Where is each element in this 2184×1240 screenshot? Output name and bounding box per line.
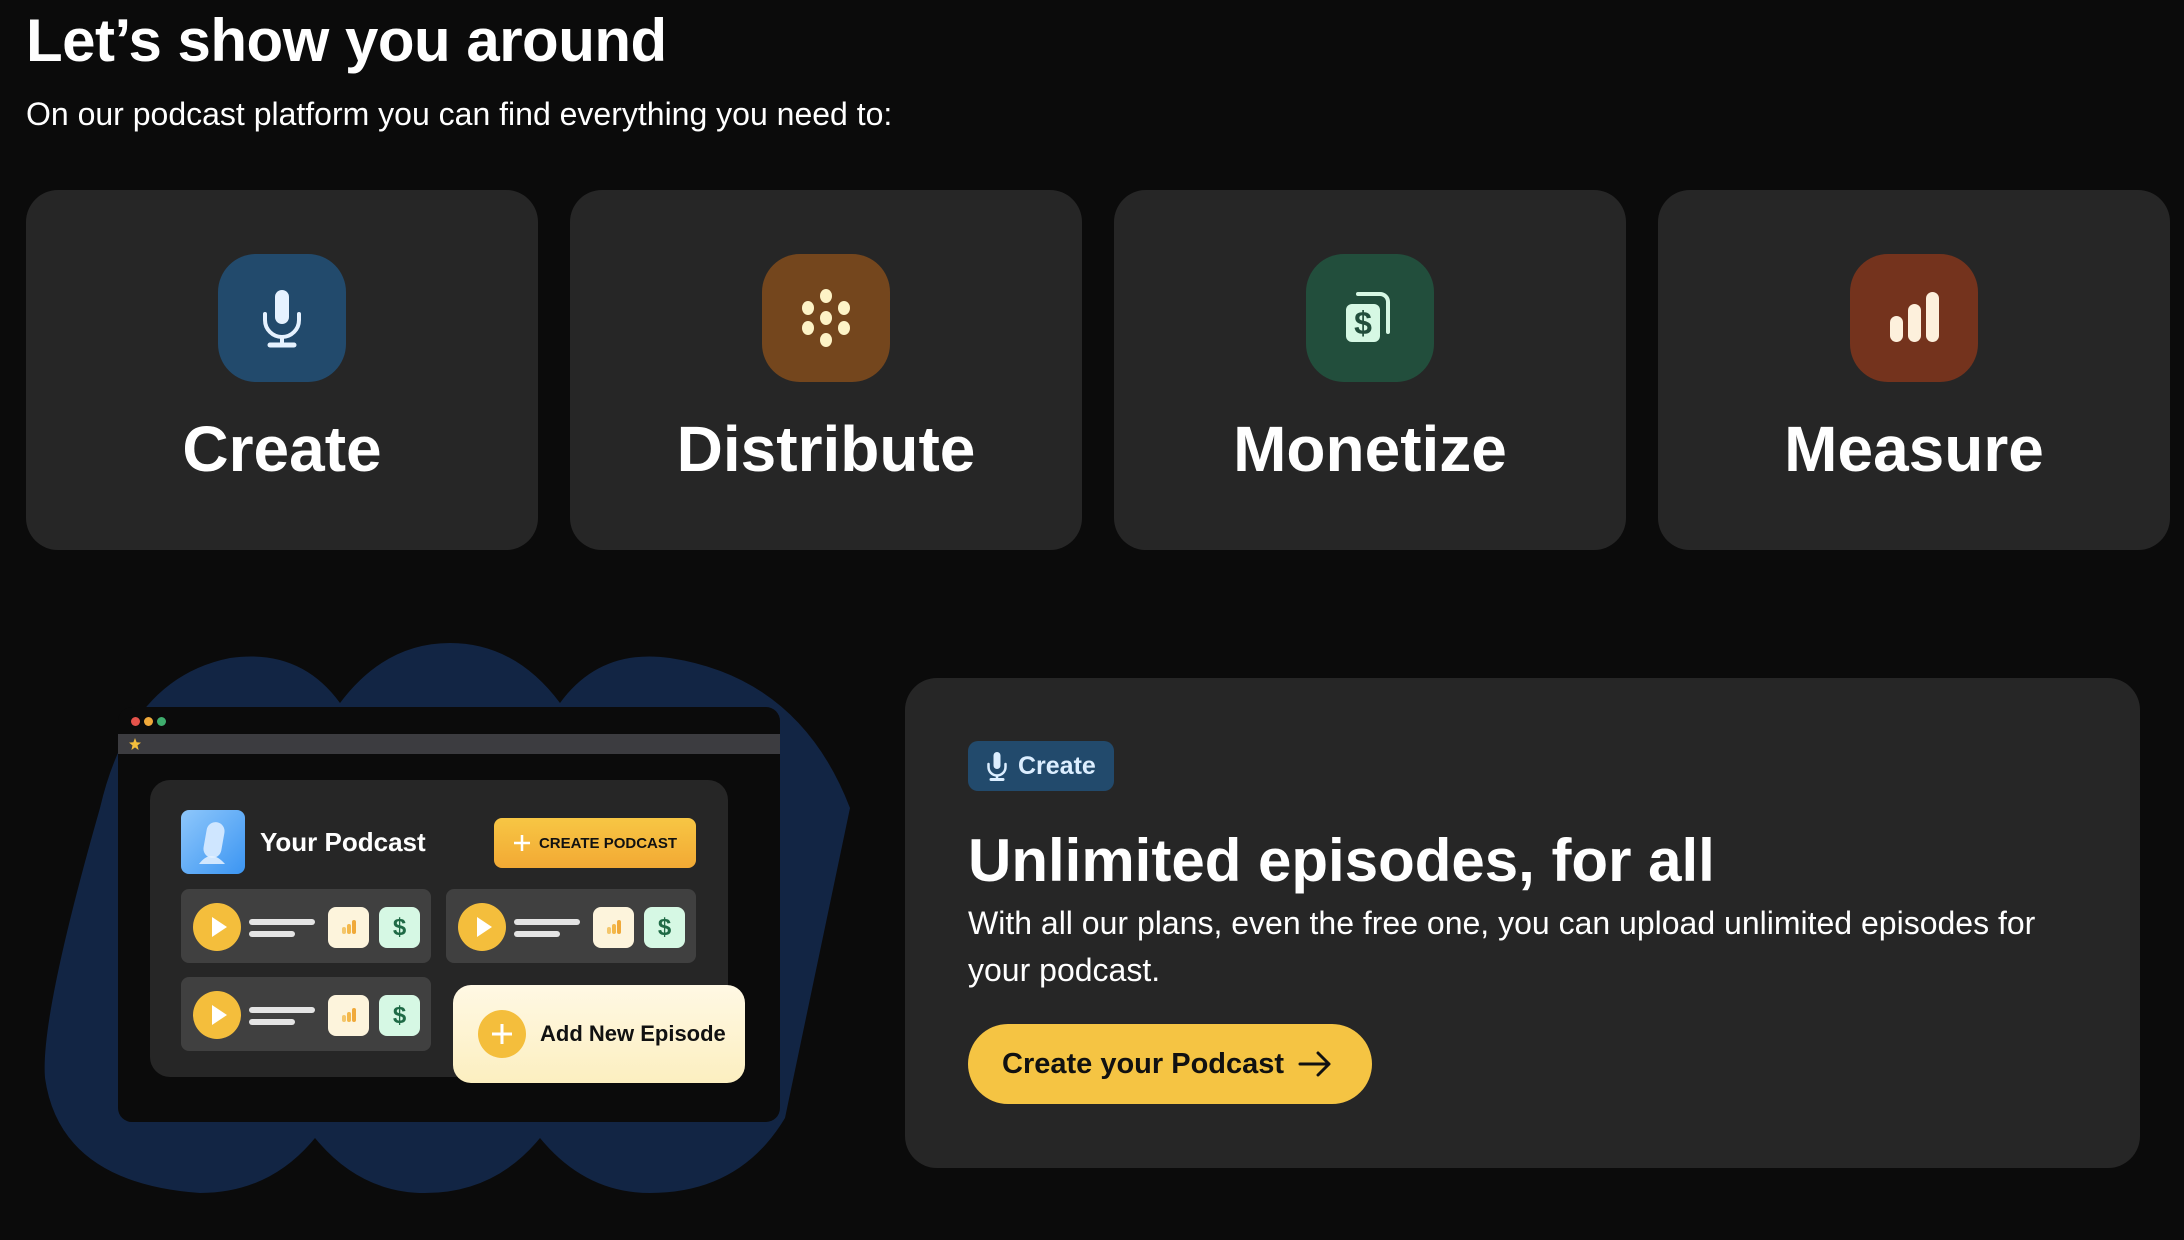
- create-podcast-label: CREATE PODCAST: [538, 834, 678, 852]
- feature-title: Create: [182, 413, 382, 485]
- page-subtitle: On our podcast platform you can find eve…: [26, 96, 893, 132]
- create-your-podcast-button[interactable]: Create your Podcast: [968, 1024, 1373, 1104]
- feature-card-monetize[interactable]: $ Monetize: [1114, 190, 1626, 550]
- plus-icon: [478, 1010, 526, 1058]
- episode-item[interactable]: $: [446, 889, 696, 963]
- money-icon: $: [379, 995, 420, 1036]
- podcast-title: Your Podcast: [260, 827, 426, 857]
- feature-card-measure[interactable]: Measure: [1658, 190, 2170, 550]
- episode-title-placeholder: [249, 919, 315, 925]
- play-icon[interactable]: [193, 903, 241, 951]
- add-episode-label: Add New Episode: [540, 1021, 726, 1046]
- page-title: Let’s show you around: [26, 7, 667, 74]
- episode-title-placeholder: [249, 1007, 315, 1013]
- create-podcast-button[interactable]: CREATE PODCAST: [494, 818, 696, 868]
- play-icon[interactable]: [458, 903, 506, 951]
- feature-title: Distribute: [676, 413, 976, 485]
- detail-description: With all our plans, even the free one, y…: [968, 905, 2036, 988]
- episode-meta-placeholder: [249, 931, 295, 937]
- url-bar: [118, 734, 780, 754]
- stats-icon: [328, 995, 369, 1036]
- episode-meta-placeholder: [249, 1019, 295, 1025]
- episode-item[interactable]: $: [181, 889, 431, 963]
- star-icon: [129, 738, 141, 750]
- category-badge: Create: [968, 741, 1114, 791]
- microphone-icon: [987, 752, 1007, 781]
- bar-chart-icon: [1850, 254, 1978, 382]
- cta-label: Create your Podcast: [1002, 1047, 1285, 1080]
- stats-icon: [328, 907, 369, 948]
- feature-card-distribute[interactable]: Distribute: [570, 190, 1082, 550]
- money-icon: $: [379, 907, 420, 948]
- microphone-icon: [218, 254, 346, 382]
- distribution-dots-icon: [762, 254, 890, 382]
- feature-title: Monetize: [1233, 413, 1507, 485]
- episode-item[interactable]: $: [181, 977, 431, 1051]
- window-minimize-dot: [144, 717, 153, 726]
- episode-title-placeholder: [514, 919, 580, 925]
- arrow-right-icon: [1298, 1051, 1331, 1077]
- badge-label: Create: [1018, 751, 1096, 780]
- svg-text:$: $: [1354, 305, 1372, 341]
- plus-icon: [513, 835, 530, 851]
- podcast-logo: [181, 810, 245, 874]
- feature-title: Measure: [1784, 413, 2044, 485]
- money-icon: $: [644, 907, 685, 948]
- stats-icon: [593, 907, 634, 948]
- feature-card-create[interactable]: Create: [26, 190, 538, 550]
- play-icon[interactable]: [193, 991, 241, 1039]
- episode-meta-placeholder: [514, 931, 560, 937]
- money-stack-icon: $: [1306, 254, 1434, 382]
- window-close-dot: [131, 717, 140, 726]
- feature-detail-card: Create Unlimited episodes, for all With …: [905, 678, 2140, 1168]
- detail-title: Unlimited episodes, for all: [968, 827, 1715, 894]
- window-maximize-dot: [157, 717, 166, 726]
- add-new-episode-button[interactable]: Add New Episode: [453, 985, 745, 1083]
